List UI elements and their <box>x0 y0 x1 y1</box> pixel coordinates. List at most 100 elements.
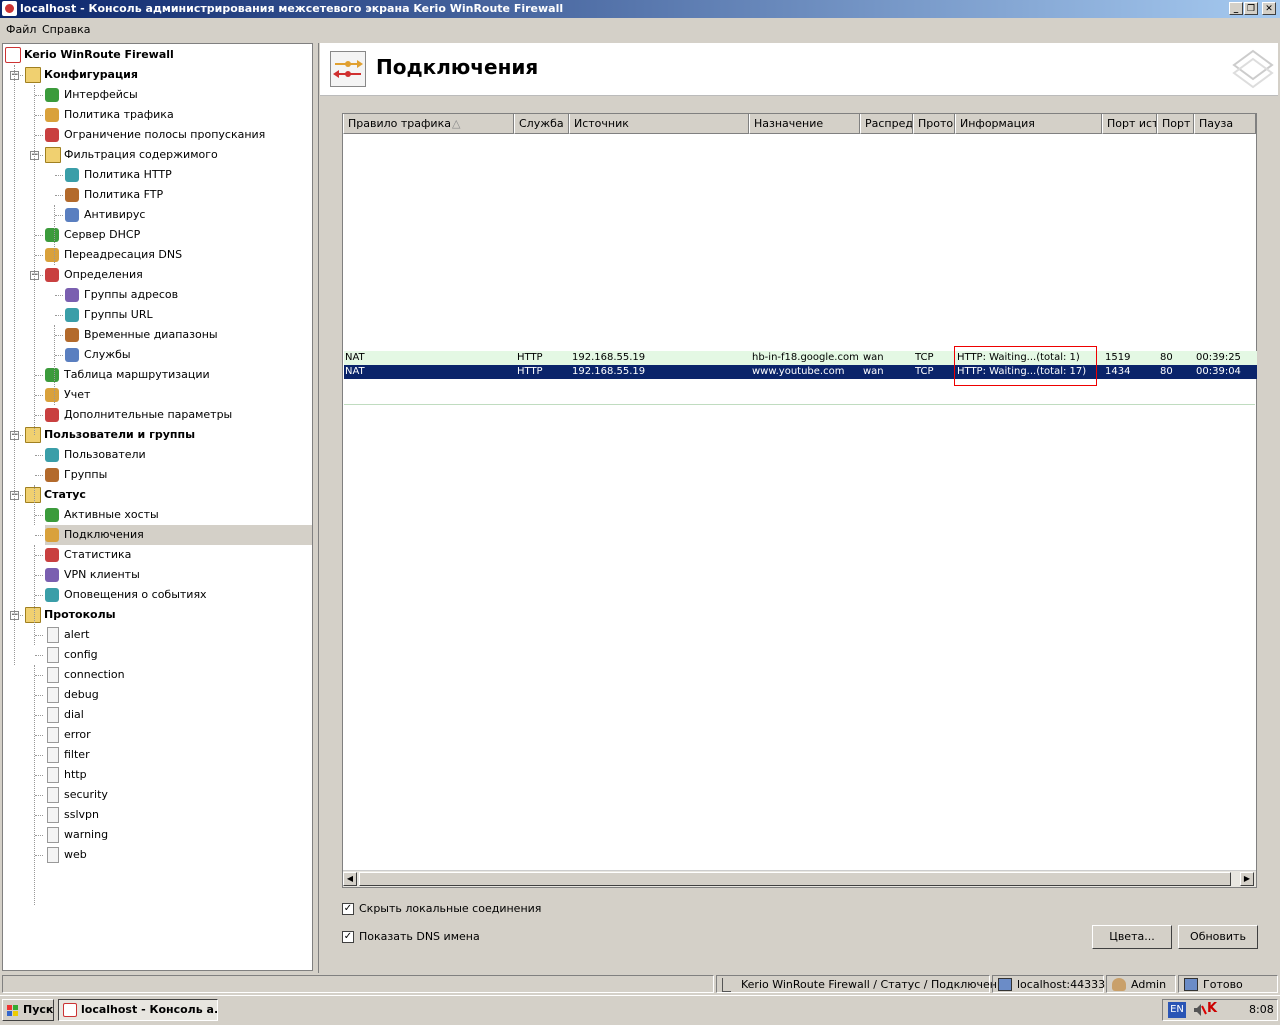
show-dns-checkbox[interactable]: ✓ <box>342 931 354 943</box>
col-header-distribution[interactable]: Распреде <box>860 114 913 134</box>
tree-item[interactable]: Таблица маршрутизации <box>45 365 312 385</box>
colors-button[interactable]: Цвета... <box>1092 925 1172 949</box>
address-groups-icon <box>65 288 79 302</box>
tree-connector <box>55 355 63 356</box>
col-header-protocol[interactable]: Протокол <box>913 114 955 134</box>
tree-item[interactable]: Группы URL <box>65 305 312 325</box>
tree-item-label: Подключения <box>64 528 144 541</box>
log-sslvpn-icon <box>47 807 59 823</box>
tree-item[interactable]: security <box>45 785 312 805</box>
scroll-right-icon[interactable]: ▶ <box>1240 872 1254 886</box>
tree-item[interactable]: Фильтрация содержимого <box>45 145 312 165</box>
tree-item[interactable]: sslvpn <box>45 805 312 825</box>
tree-item[interactable]: Антивирус <box>65 205 312 225</box>
col-label-info: Информация <box>960 117 1035 130</box>
panel-splitter[interactable] <box>313 43 319 973</box>
tree-guide-line <box>14 65 15 665</box>
status-state: Готово <box>1178 975 1278 993</box>
computer-icon <box>998 978 1012 991</box>
tree-item[interactable]: debug <box>45 685 312 705</box>
kaspersky-icon[interactable]: K <box>1207 1002 1221 1016</box>
log-security-icon <box>47 787 59 803</box>
close-button[interactable]: ✕ <box>1262 2 1276 15</box>
tree-item-label: security <box>64 788 108 801</box>
tree-item[interactable]: warning <box>45 825 312 845</box>
table-header: Правило трафика △ Служба Источник Назнач… <box>343 114 1256 134</box>
tree-connector <box>35 675 43 676</box>
tree-item[interactable]: Политика трафика <box>45 105 312 125</box>
tree-item[interactable]: Службы <box>65 345 312 365</box>
tree-item-label: Определения <box>64 268 143 281</box>
tree-item[interactable]: Ограничение полосы пропускания <box>45 125 312 145</box>
tree-item[interactable]: filter <box>45 745 312 765</box>
tree-connector <box>35 515 43 516</box>
tree-item[interactable]: http <box>45 765 312 785</box>
tree-connector <box>35 375 43 376</box>
col-header-source[interactable]: Источник <box>569 114 749 134</box>
tree-item[interactable]: error <box>45 725 312 745</box>
tree-item[interactable]: Дополнительные параметры <box>45 405 312 425</box>
tree-item[interactable]: Интерфейсы <box>45 85 312 105</box>
col-label-protocol: Протокол <box>918 117 954 130</box>
main-panel: Подключения Правило трафика △ Служба Ист… <box>320 43 1278 973</box>
restore-button[interactable]: ❐ <box>1244 2 1258 15</box>
col-header-destination[interactable]: Назначение <box>749 114 860 134</box>
start-button[interactable]: Пуск <box>2 999 54 1021</box>
page-header: Подключения <box>320 43 1278 96</box>
scroll-left-icon[interactable]: ◀ <box>343 872 357 886</box>
tree-item-label: Группы адресов <box>84 288 179 301</box>
show-dns-label: Показать DNS имена <box>359 930 480 943</box>
tree-item[interactable]: web <box>45 845 312 865</box>
horizontal-scrollbar[interactable]: ◀ ▶ <box>343 870 1256 887</box>
scroll-thumb[interactable] <box>359 872 1231 886</box>
tree-item[interactable]: Конфигурация <box>25 65 305 85</box>
tree-item[interactable]: Политика HTTP <box>65 165 312 185</box>
taskbar-window-item[interactable]: localhost - Консоль а... <box>58 999 218 1021</box>
tree-item[interactable]: Подключения <box>45 525 312 545</box>
cell-dst-port: 80 <box>1160 366 1173 377</box>
col-header-info[interactable]: Информация <box>955 114 1102 134</box>
tree-item-label: Интерфейсы <box>64 88 138 101</box>
col-header-src-port[interactable]: Порт исто <box>1102 114 1157 134</box>
tree-item[interactable]: Группы <box>45 465 312 485</box>
col-label-service: Служба <box>519 117 564 130</box>
col-header-service[interactable]: Служба <box>514 114 569 134</box>
tree-item[interactable]: Пользователи и группы <box>25 425 305 445</box>
table-row[interactable]: NAT HTTP 192.168.55.19 hb-in-f18.google.… <box>344 351 1257 365</box>
col-header-rule[interactable]: Правило трафика △ <box>343 114 514 134</box>
tree-item[interactable]: Переадресация DNS <box>45 245 312 265</box>
tree-item[interactable]: Политика FTP <box>65 185 312 205</box>
col-label-destination: Назначение <box>754 117 824 130</box>
tree-item[interactable]: Оповещения о событиях <box>45 585 312 605</box>
tree-connector <box>35 815 43 816</box>
tree-item[interactable]: VPN клиенты <box>45 565 312 585</box>
tree-item[interactable]: Статистика <box>45 545 312 565</box>
tree-root[interactable]: Kerio WinRoute Firewall <box>5 45 305 65</box>
tree-item[interactable]: Группы адресов <box>65 285 312 305</box>
tree-item[interactable]: connection <box>45 665 312 685</box>
table-row-selected[interactable]: NAT HTTP 192.168.55.19 www.youtube.com w… <box>344 365 1257 379</box>
tree-item[interactable]: Статус <box>25 485 305 505</box>
tree-item[interactable]: dial <box>45 705 312 725</box>
volume-muted-icon[interactable] <box>1193 1003 1207 1016</box>
tree-item[interactable]: Сервер DHCP <box>45 225 312 245</box>
refresh-button[interactable]: Обновить <box>1178 925 1258 949</box>
tree-item[interactable]: Активные хосты <box>45 505 312 525</box>
tree-item[interactable]: Протоколы <box>25 605 305 625</box>
tree-item[interactable]: Пользователи <box>45 445 312 465</box>
cell-distribution: wan <box>863 352 884 363</box>
menu-file[interactable]: Файл <box>6 23 36 36</box>
col-header-idle[interactable]: Пауза <box>1194 114 1256 134</box>
col-header-dst-port[interactable]: Порт н <box>1157 114 1194 134</box>
hide-local-checkbox[interactable]: ✓ <box>342 903 354 915</box>
minimize-button[interactable]: _ <box>1229 2 1243 15</box>
tree-item[interactable]: Учет <box>45 385 312 405</box>
menu-help[interactable]: Справка <box>42 23 90 36</box>
tree-item[interactable]: Определения <box>45 265 312 285</box>
tree-connector <box>35 575 43 576</box>
tree-item-label: Пользователи и группы <box>44 428 196 441</box>
tree-item[interactable]: Временные диапазоны <box>65 325 312 345</box>
tree-item[interactable]: config <box>45 645 312 665</box>
tree-item-label: Политика HTTP <box>84 168 172 181</box>
tree-item[interactable]: alert <box>45 625 312 645</box>
